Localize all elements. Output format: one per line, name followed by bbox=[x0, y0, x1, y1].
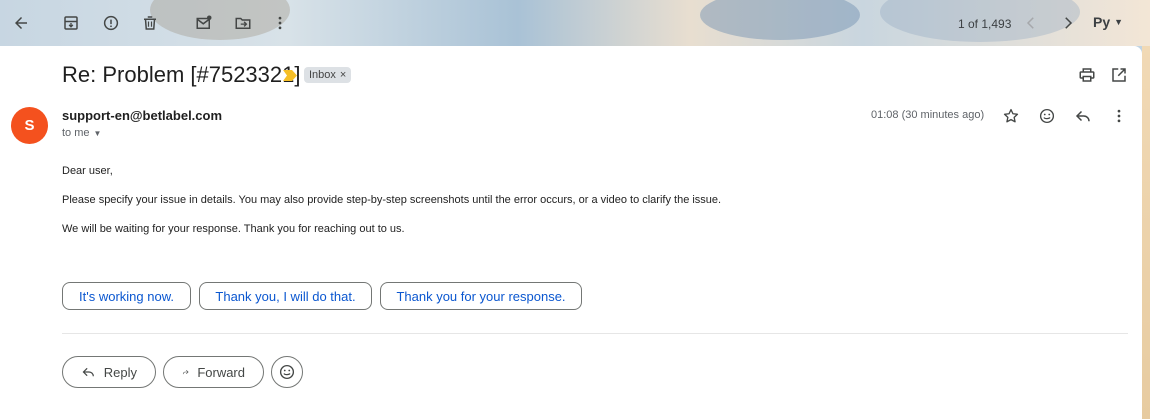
label-chip-inbox: Inbox × bbox=[304, 67, 352, 83]
forward-icon bbox=[182, 369, 189, 375]
sender-avatar[interactable]: S bbox=[11, 107, 48, 144]
email-subject: Re: Problem [#7523321] bbox=[62, 62, 301, 87]
email-toolbar: 1 of 1,493 Ру ▼ bbox=[0, 0, 1150, 46]
smart-reply-chip[interactable]: Thank you for your response. bbox=[380, 282, 582, 310]
pager-count: 1 of 1,493 bbox=[958, 17, 1012, 31]
smiley-icon bbox=[279, 364, 295, 380]
chevron-right-icon[interactable] bbox=[1057, 12, 1079, 34]
label-chip-text: Inbox bbox=[309, 69, 336, 81]
sender-email[interactable]: support-en@betlabel.com bbox=[62, 108, 222, 123]
smart-reply-chip[interactable]: Thank you, I will do that. bbox=[199, 282, 372, 310]
important-marker-icon[interactable] bbox=[283, 70, 297, 81]
print-icon[interactable] bbox=[1076, 64, 1098, 86]
divider bbox=[62, 333, 1128, 334]
emoji-reaction-button[interactable] bbox=[271, 356, 303, 388]
reply-icon[interactable] bbox=[1072, 105, 1094, 127]
recipient-text: to me bbox=[62, 127, 90, 139]
star-icon[interactable] bbox=[1000, 105, 1022, 127]
move-to-icon[interactable] bbox=[232, 12, 254, 34]
input-tools-label: Ру bbox=[1093, 14, 1111, 30]
email-body-line: Please specify your issue in details. Yo… bbox=[62, 194, 722, 206]
email-body-line: We will be waiting for your response. Th… bbox=[62, 223, 405, 235]
mark-unread-icon[interactable] bbox=[193, 12, 215, 34]
forward-label: Forward bbox=[197, 364, 245, 380]
caret-down-icon: ▼ bbox=[1114, 17, 1124, 27]
recipient-line: to me ▼ bbox=[62, 127, 101, 139]
input-tools-button[interactable]: Ру ▼ bbox=[1093, 14, 1123, 30]
recipient-details-icon[interactable]: ▼ bbox=[94, 129, 102, 138]
archive-icon[interactable] bbox=[60, 12, 82, 34]
chevron-left-icon[interactable] bbox=[1020, 12, 1042, 34]
smart-reply-chip[interactable]: It's working now. bbox=[62, 282, 191, 310]
reply-label: Reply bbox=[103, 364, 137, 380]
back-arrow-icon[interactable] bbox=[10, 12, 32, 34]
delete-icon[interactable] bbox=[139, 12, 161, 34]
email-timestamp: 01:08 (30 minutes ago) bbox=[871, 109, 985, 121]
forward-button[interactable]: Forward bbox=[163, 356, 264, 388]
add-reaction-icon[interactable] bbox=[1036, 105, 1058, 127]
wallpaper-edge bbox=[1142, 46, 1150, 419]
open-new-window-icon[interactable] bbox=[1108, 64, 1130, 86]
reply-button[interactable]: Reply bbox=[62, 356, 156, 388]
more-options-icon[interactable] bbox=[1108, 105, 1130, 127]
remove-label-button[interactable]: × bbox=[340, 69, 346, 81]
email-body-line: Dear user, bbox=[62, 165, 113, 177]
more-vert-icon[interactable] bbox=[269, 12, 291, 34]
reply-icon bbox=[82, 367, 94, 377]
report-spam-icon[interactable] bbox=[100, 12, 122, 34]
